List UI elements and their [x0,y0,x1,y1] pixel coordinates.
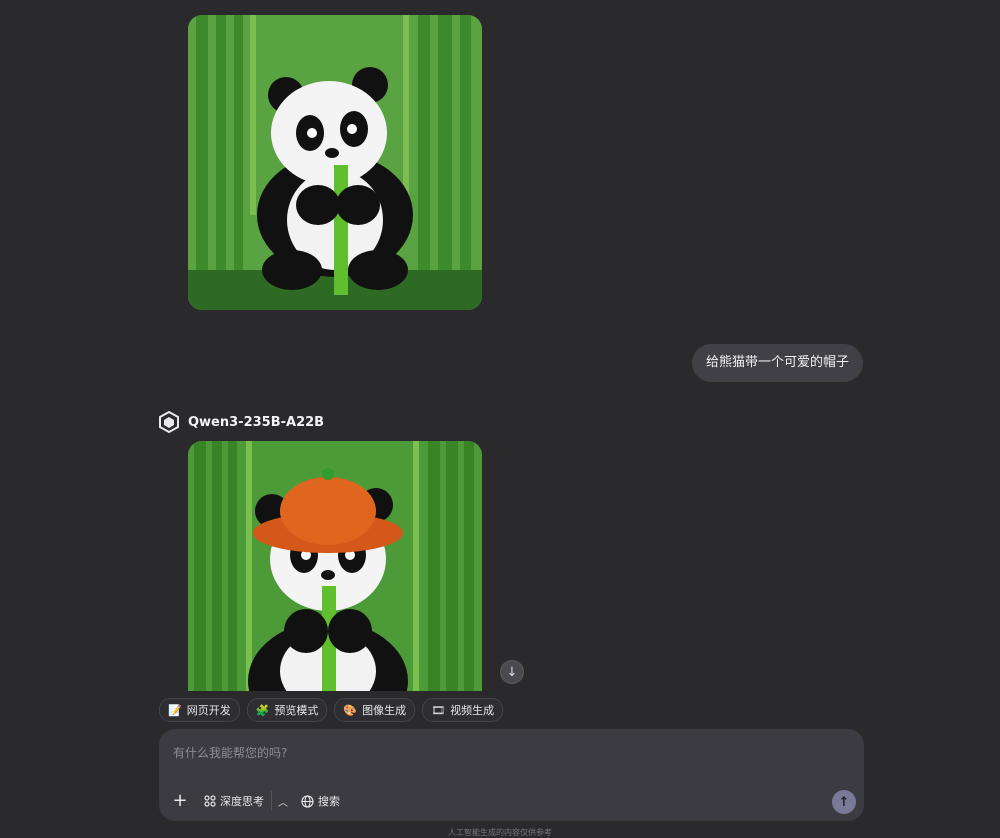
memo-icon: 📝 [168,703,182,717]
puzzle-icon: 🧩 [255,703,270,717]
chip-label: 网页开发 [186,704,231,717]
deep-think-label: 深度思考 [220,795,264,808]
chevron-up-icon: ︿ [278,797,288,809]
model-header: Qwen3-235B-A22B [158,410,324,434]
deep-think-toggle[interactable]: 深度思考 [204,791,264,811]
search-toggle[interactable]: 搜索 [301,791,340,811]
think-icon [204,795,216,807]
arrow-up-icon: ↑ [838,794,850,810]
globe-icon [301,794,314,808]
arrow-down-icon: ↓ [506,664,518,680]
model-name: Qwen3-235B-A22B [188,414,325,430]
chip-video-generation[interactable]: 🎞 视频生成 [422,698,504,722]
panda-illustration [188,15,482,310]
chip-label: 图像生成 [362,704,407,717]
qwen-logo-icon [159,411,179,433]
film-icon: 🎞 [431,703,446,717]
suggestion-chips: 📝 网页开发 🧩 预览模式 🎨 图像生成 🎞 视频生成 [159,698,504,722]
attach-plus-button[interactable]: + [171,792,189,810]
chip-web-dev[interactable]: 📝 网页开发 [159,698,240,722]
search-label: 搜索 [318,795,340,808]
scroll-to-bottom-button[interactable]: ↓ [500,660,524,684]
generated-image-panda[interactable] [188,15,482,310]
think-options-dropdown[interactable]: ︿ [271,791,290,811]
palette-icon: 🎨 [343,703,358,717]
message-composer: + 深度思考 ︿ 搜索 ↑ [159,729,864,821]
chip-label: 视频生成 [450,704,495,717]
send-button[interactable]: ↑ [832,790,856,814]
message-input[interactable] [171,741,775,765]
panda-hat-illustration [188,441,482,691]
user-message-bubble: 给熊猫带一个可爱的帽子 [691,344,863,382]
chip-image-generation[interactable]: 🎨 图像生成 [334,698,416,722]
generated-image-panda-hat[interactable] [188,441,482,691]
chip-label: 预览模式 [274,704,319,717]
ai-disclaimer: 人工智能生成的内容仅供参考 [448,828,552,837]
plus-icon: + [172,790,188,811]
chip-preview-mode[interactable]: 🧩 预览模式 [246,698,328,722]
